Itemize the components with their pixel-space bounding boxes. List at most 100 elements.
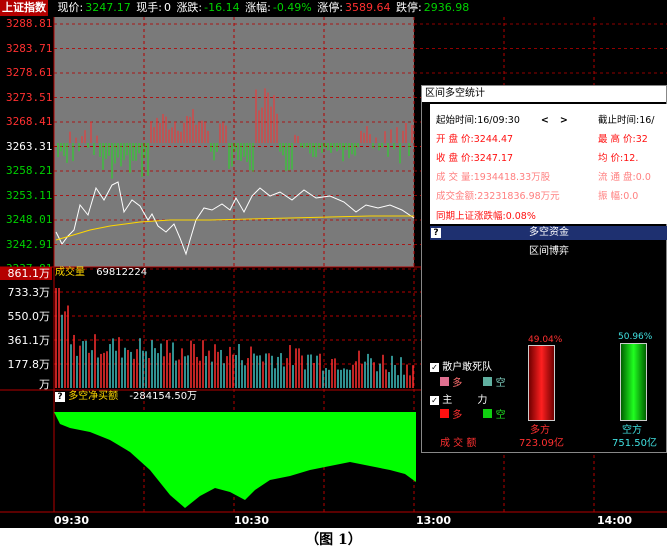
open-label: 开 盘 价: — [436, 134, 474, 145]
retail-label: 散户敢死队 — [442, 362, 493, 373]
range-stats-window[interactable]: 区间多空统计 起始时间:16/09:30 < > 截止时间:16/ 开 盘 价:… — [421, 85, 667, 453]
vol-label: 成 交 量: — [436, 172, 474, 183]
high-value: 32 — [635, 134, 648, 145]
hand-value: 0 — [163, 1, 171, 14]
volume-axis-top: 861.1万 — [0, 267, 52, 280]
price-axis-label: 3288.81 — [6, 17, 53, 30]
range-stats-table: 起始时间:16/09:30 < > 截止时间:16/ 开 盘 价:3244.47… — [430, 104, 667, 224]
avg-label: 均 价: — [598, 153, 624, 164]
netbuy-value: -284154.50万 — [129, 391, 198, 402]
start-time-value: 16/09:30 — [477, 115, 520, 126]
price-axis-label: 3242.91 — [6, 237, 53, 251]
short-pct: 50.96% — [618, 332, 653, 342]
long-amount: 723.09亿 — [519, 438, 564, 449]
prev-arrow-icon[interactable]: < — [541, 115, 549, 126]
main-label-1: 主 — [442, 395, 453, 406]
pct-label: 涨幅: — [245, 1, 271, 14]
netbuy-label: 多空净买额 — [68, 391, 119, 402]
price-axis-label: 3268.41 — [6, 115, 53, 128]
time-label-1030: 10:30 — [234, 514, 270, 527]
hand-label: 现手: — [136, 1, 162, 14]
quote-bar: 上证指数 现价: 3247.17 现手: 0 涨跌: -16.14 涨幅: -0.49%… — [0, 0, 667, 16]
limit-down-value: 2936.98 — [423, 1, 470, 14]
close-label: 收 盘 价: — [436, 153, 474, 164]
price-axis-label: 3258.21 — [6, 164, 53, 177]
amount-row: 成交金额:23231836.98万元 — [436, 188, 560, 202]
retail-long-label: 多 — [452, 378, 463, 389]
volume-label: 成交量 — [55, 267, 85, 278]
volume-header: 成交量 69812224 — [55, 267, 147, 279]
period-row: 同期上证涨跌幅:0.08% — [436, 208, 536, 222]
main-long-label: 多 — [452, 410, 463, 421]
start-time-label: 起始时间: — [436, 115, 478, 126]
change-value: -16.14 — [204, 1, 240, 14]
volume-axis-2: 550.0万 — [7, 310, 51, 323]
fund-title: 多空资金 — [529, 227, 569, 238]
volume-axis-3: 361.1万 — [7, 334, 51, 347]
main-checkbox[interactable]: ✓ — [430, 396, 439, 405]
main-label-2: 力 — [477, 395, 488, 406]
end-time-row: 截止时间:16/ — [598, 112, 655, 126]
fund-title-bar: ? 多空资金 — [430, 226, 667, 240]
price-axis-label: 3253.11 — [6, 188, 53, 202]
close-row: 收 盘 价:3247.17 — [436, 150, 513, 164]
help-icon[interactable]: ? — [55, 392, 65, 402]
high-label: 最 高 价: — [598, 134, 636, 145]
figure-caption: （图 1） — [305, 532, 362, 548]
vol-value: 1934418.33万股 — [473, 172, 551, 183]
float-value: 0.0 — [635, 172, 651, 183]
limit-up-value: 3589.64 — [344, 1, 391, 14]
float-row: 流 通 盘:0.0 — [598, 169, 651, 183]
main-swatches: 多 空 — [440, 406, 506, 421]
range-stats-title[interactable]: 区间多空统计 — [422, 86, 666, 102]
time-label-1300: 13:00 — [416, 514, 452, 527]
volume-row: 成 交 量:1934418.33万股 — [436, 169, 550, 183]
amt-value: 23231836.98万元 — [477, 191, 560, 202]
main-short-label: 空 — [495, 410, 506, 421]
price-axis-label: 3283.71 — [6, 41, 53, 55]
avg-row: 均 价:12. — [598, 150, 638, 164]
end-time-value: 16/ — [639, 115, 655, 126]
open-row: 开 盘 价:3244.47 — [436, 131, 513, 145]
retail-long-swatch — [440, 377, 449, 386]
long-pct: 49.04% — [528, 335, 563, 345]
period-value: 0.08% — [505, 211, 536, 222]
next-arrow-icon[interactable]: > — [560, 115, 568, 126]
close-value: 3247.17 — [473, 153, 514, 164]
price-axis-label: 3278.61 — [6, 66, 53, 79]
amt-label: 成交金额: — [436, 191, 478, 202]
volume-axis-1: 733.3万 — [7, 286, 51, 299]
price-axis-label: 3263.31 — [6, 139, 53, 153]
float-label: 流 通 盘: — [598, 172, 636, 183]
short-amount: 751.50亿 — [612, 438, 657, 449]
price-value: 3247.17 — [85, 1, 131, 14]
retail-swatches: 多 空 — [440, 374, 506, 389]
netbuy-area — [54, 412, 416, 508]
deal-label: 成 交 额 — [440, 438, 477, 449]
price-axis-label: 3248.01 — [6, 213, 53, 226]
limit-down-label: 跌停: — [395, 1, 422, 14]
avg-value: 12. — [623, 153, 639, 164]
fund-help-icon[interactable]: ? — [431, 228, 441, 238]
short-bar — [620, 342, 647, 421]
high-row: 最 高 价:32 — [598, 131, 648, 145]
amplitude-row: 振 幅:0.0 — [598, 188, 638, 202]
long-bar — [528, 345, 555, 421]
start-time-row: 起始时间:16/09:30 < > — [436, 112, 568, 126]
netbuy-header: ? 多空净买额 -284154.50万 — [55, 391, 197, 403]
change-label: 涨跌: — [176, 1, 203, 14]
time-label-1400: 14:00 — [597, 514, 633, 527]
price-label: 现价: — [57, 1, 84, 14]
retail-legend: ✓ 散户敢死队 — [430, 358, 492, 373]
main-legend: ✓ 主 力 — [430, 391, 487, 406]
volume-axis-4: 177.8万 — [7, 358, 51, 371]
retail-short-swatch — [483, 377, 493, 386]
main-long-swatch — [440, 409, 449, 418]
price-axis-label: 3273.51 — [6, 90, 53, 104]
amp-value: 0.0 — [623, 191, 639, 202]
main-short-swatch — [483, 409, 493, 418]
retail-checkbox[interactable]: ✓ — [430, 363, 439, 372]
index-title[interactable]: 上证指数 — [0, 0, 48, 16]
end-time-label: 截止时间: — [598, 115, 640, 126]
amp-label: 振 幅: — [598, 191, 624, 202]
